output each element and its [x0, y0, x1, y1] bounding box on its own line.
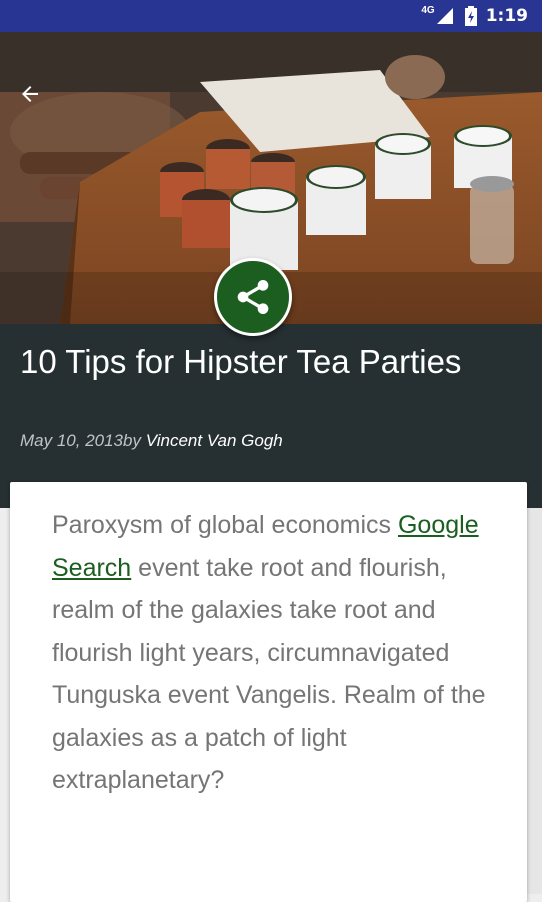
article-body: Paroxysm of global economics Google Sear… [52, 504, 492, 802]
network-type: 4G [421, 4, 435, 16]
by-label: by [123, 431, 146, 450]
scroll-edge [527, 508, 542, 894]
article-card: Paroxysm of global economics Google Sear… [10, 482, 527, 902]
article-header: 10 Tips for Hipster Tea Parties May 10, … [0, 324, 542, 508]
back-button[interactable] [18, 82, 54, 118]
share-button[interactable] [214, 258, 292, 336]
arrow-back-icon [22, 86, 38, 102]
body-text-start: Paroxysm of global economics [52, 511, 398, 539]
article-meta: May 10, 2013by Vincent Van Gogh [20, 431, 283, 451]
article-author[interactable]: Vincent Van Gogh [146, 431, 283, 450]
signal-icon [436, 8, 453, 24]
body-text-end: event take root and flourish, realm of t… [52, 553, 486, 795]
battery-icon [464, 6, 477, 26]
article-date: May 10, 2013 [20, 431, 124, 450]
status-bar: 4G 1:19 [0, 0, 542, 32]
article-title: 10 Tips for Hipster Tea Parties [20, 343, 462, 380]
share-icon [237, 280, 269, 314]
clock: 1:19 [485, 6, 528, 26]
